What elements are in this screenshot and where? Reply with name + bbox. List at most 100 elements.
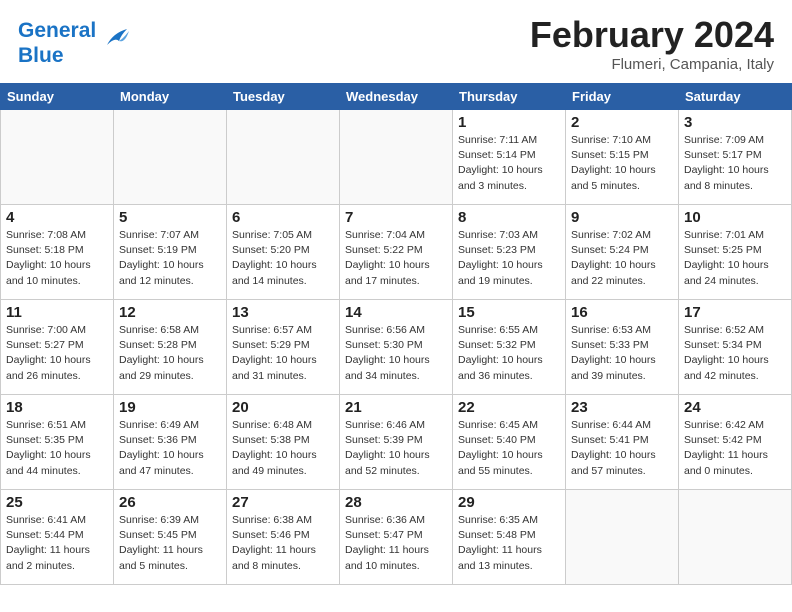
calendar-cell: 2 Sunrise: 7:10 AM Sunset: 5:15 PM Daylig… bbox=[566, 110, 679, 205]
day-number: 23 bbox=[571, 399, 673, 416]
day-info: Sunrise: 6:57 AM Sunset: 5:29 PM Dayligh… bbox=[232, 323, 334, 384]
weekday-header-sunday: Sunday bbox=[1, 84, 114, 110]
calendar-cell: 7 Sunrise: 7:04 AM Sunset: 5:22 PM Daylig… bbox=[340, 205, 453, 300]
day-info: Sunrise: 6:49 AM Sunset: 5:36 PM Dayligh… bbox=[119, 418, 221, 479]
day-number: 12 bbox=[119, 304, 221, 321]
logo-text: General Blue bbox=[18, 19, 96, 67]
calendar-cell: 14 Sunrise: 6:56 AM Sunset: 5:30 PM Dayli… bbox=[340, 300, 453, 395]
calendar-cell: 17Sunrise: 6:52 AM Sunset: 5:34 PM Dayli… bbox=[679, 300, 792, 395]
calendar-cell: 26 Sunrise: 6:39 AM Sunset: 5:45 PM Dayli… bbox=[114, 490, 227, 585]
day-number: 26 bbox=[119, 494, 221, 511]
day-info: Sunrise: 7:09 AM Sunset: 5:17 PM Dayligh… bbox=[684, 133, 786, 194]
calendar-cell bbox=[340, 110, 453, 205]
calendar-cell: 27 Sunrise: 6:38 AM Sunset: 5:46 PM Dayli… bbox=[227, 490, 340, 585]
calendar-cell: 12 Sunrise: 6:58 AM Sunset: 5:28 PM Dayli… bbox=[114, 300, 227, 395]
calendar-cell: 6 Sunrise: 7:05 AM Sunset: 5:20 PM Daylig… bbox=[227, 205, 340, 300]
day-number: 4 bbox=[6, 209, 108, 226]
day-info: Sunrise: 6:44 AM Sunset: 5:41 PM Dayligh… bbox=[571, 418, 673, 479]
day-number: 21 bbox=[345, 399, 447, 416]
location-title: Flumeri, Campania, Italy bbox=[530, 56, 774, 73]
calendar-cell: 21 Sunrise: 6:46 AM Sunset: 5:39 PM Dayli… bbox=[340, 395, 453, 490]
weekday-header-saturday: Saturday bbox=[679, 84, 792, 110]
day-info: Sunrise: 6:41 AM Sunset: 5:44 PM Dayligh… bbox=[6, 513, 108, 574]
calendar-cell bbox=[114, 110, 227, 205]
calendar-cell: 4 Sunrise: 7:08 AM Sunset: 5:18 PM Daylig… bbox=[1, 205, 114, 300]
day-info: Sunrise: 6:51 AM Sunset: 5:35 PM Dayligh… bbox=[6, 418, 108, 479]
day-info: Sunrise: 7:00 AM Sunset: 5:27 PM Dayligh… bbox=[6, 323, 108, 384]
calendar-cell: 23 Sunrise: 6:44 AM Sunset: 5:41 PM Dayli… bbox=[566, 395, 679, 490]
day-info: Sunrise: 6:58 AM Sunset: 5:28 PM Dayligh… bbox=[119, 323, 221, 384]
day-number: 19 bbox=[119, 399, 221, 416]
day-number: 6 bbox=[232, 209, 334, 226]
day-info: Sunrise: 6:39 AM Sunset: 5:45 PM Dayligh… bbox=[119, 513, 221, 574]
calendar-cell bbox=[566, 490, 679, 585]
calendar-cell bbox=[679, 490, 792, 585]
day-number: 11 bbox=[6, 304, 108, 321]
day-number: 25 bbox=[6, 494, 108, 511]
day-number: 15 bbox=[458, 304, 560, 321]
calendar-cell: 22 Sunrise: 6:45 AM Sunset: 5:40 PM Dayli… bbox=[453, 395, 566, 490]
day-info: Sunrise: 6:48 AM Sunset: 5:38 PM Dayligh… bbox=[232, 418, 334, 479]
day-number: 14 bbox=[345, 304, 447, 321]
logo: General Blue bbox=[18, 19, 131, 67]
weekday-header-wednesday: Wednesday bbox=[340, 84, 453, 110]
day-number: 22 bbox=[458, 399, 560, 416]
day-info: Sunrise: 7:11 AM Sunset: 5:14 PM Dayligh… bbox=[458, 133, 560, 194]
day-info: Sunrise: 7:05 AM Sunset: 5:20 PM Dayligh… bbox=[232, 228, 334, 289]
calendar-cell: 10 Sunrise: 7:01 AM Sunset: 5:25 PM Dayli… bbox=[679, 205, 792, 300]
day-info: Sunrise: 7:08 AM Sunset: 5:18 PM Dayligh… bbox=[6, 228, 108, 289]
day-info: Sunrise: 7:10 AM Sunset: 5:15 PM Dayligh… bbox=[571, 133, 673, 194]
day-number: 7 bbox=[345, 209, 447, 226]
day-number: 5 bbox=[119, 209, 221, 226]
calendar: SundayMondayTuesdayWednesdayThursdayFrid… bbox=[0, 83, 792, 585]
day-number: 1 bbox=[458, 114, 560, 131]
day-info: Sunrise: 7:03 AM Sunset: 5:23 PM Dayligh… bbox=[458, 228, 560, 289]
day-number: 28 bbox=[345, 494, 447, 511]
calendar-cell: 11 Sunrise: 7:00 AM Sunset: 5:27 PM Dayli… bbox=[1, 300, 114, 395]
day-info: Sunrise: 6:56 AM Sunset: 5:30 PM Dayligh… bbox=[345, 323, 447, 384]
calendar-cell: 29 Sunrise: 6:35 AM Sunset: 5:48 PM Dayli… bbox=[453, 490, 566, 585]
day-info: Sunrise: 6:38 AM Sunset: 5:46 PM Dayligh… bbox=[232, 513, 334, 574]
calendar-cell: 8 Sunrise: 7:03 AM Sunset: 5:23 PM Daylig… bbox=[453, 205, 566, 300]
day-number: 2 bbox=[571, 114, 673, 131]
day-number: 10 bbox=[684, 209, 786, 226]
day-number: 3 bbox=[684, 114, 786, 131]
calendar-cell bbox=[227, 110, 340, 205]
day-info: Sunrise: 6:35 AM Sunset: 5:48 PM Dayligh… bbox=[458, 513, 560, 574]
weekday-header-friday: Friday bbox=[566, 84, 679, 110]
day-number: 24 bbox=[684, 399, 786, 416]
day-info: Sunrise: 7:04 AM Sunset: 5:22 PM Dayligh… bbox=[345, 228, 447, 289]
day-number: 8 bbox=[458, 209, 560, 226]
day-info: Sunrise: 7:01 AM Sunset: 5:25 PM Dayligh… bbox=[684, 228, 786, 289]
day-number: 18 bbox=[6, 399, 108, 416]
day-number: 29 bbox=[458, 494, 560, 511]
logo-bird-icon bbox=[99, 25, 131, 56]
calendar-cell: 5Sunrise: 7:07 AM Sunset: 5:19 PM Daylig… bbox=[114, 205, 227, 300]
day-number: 20 bbox=[232, 399, 334, 416]
calendar-cell: 3 Sunrise: 7:09 AM Sunset: 5:17 PM Daylig… bbox=[679, 110, 792, 205]
calendar-cell: 18 Sunrise: 6:51 AM Sunset: 5:35 PM Dayli… bbox=[1, 395, 114, 490]
calendar-cell: 15 Sunrise: 6:55 AM Sunset: 5:32 PM Dayli… bbox=[453, 300, 566, 395]
day-number: 13 bbox=[232, 304, 334, 321]
day-number: 27 bbox=[232, 494, 334, 511]
day-info: Sunrise: 6:42 AM Sunset: 5:42 PM Dayligh… bbox=[684, 418, 786, 479]
calendar-cell: 1 Sunrise: 7:11 AM Sunset: 5:14 PM Daylig… bbox=[453, 110, 566, 205]
calendar-cell: 16 Sunrise: 6:53 AM Sunset: 5:33 PM Dayli… bbox=[566, 300, 679, 395]
title-area: February 2024 Flumeri, Campania, Italy bbox=[530, 14, 774, 73]
header: General Blue February 2024 Flumeri, Camp… bbox=[0, 0, 792, 79]
calendar-cell: 28 Sunrise: 6:36 AM Sunset: 5:47 PM Dayli… bbox=[340, 490, 453, 585]
day-info: Sunrise: 6:36 AM Sunset: 5:47 PM Dayligh… bbox=[345, 513, 447, 574]
day-info: Sunrise: 6:52 AM Sunset: 5:34 PM Dayligh… bbox=[684, 323, 786, 384]
calendar-cell bbox=[1, 110, 114, 205]
calendar-cell: 9Sunrise: 7:02 AM Sunset: 5:24 PM Daylig… bbox=[566, 205, 679, 300]
day-number: 16 bbox=[571, 304, 673, 321]
calendar-cell: 24 Sunrise: 6:42 AM Sunset: 5:42 PM Dayli… bbox=[679, 395, 792, 490]
weekday-header-tuesday: Tuesday bbox=[227, 84, 340, 110]
day-number: 9 bbox=[571, 209, 673, 226]
day-info: Sunrise: 6:46 AM Sunset: 5:39 PM Dayligh… bbox=[345, 418, 447, 479]
day-info: Sunrise: 6:45 AM Sunset: 5:40 PM Dayligh… bbox=[458, 418, 560, 479]
day-info: Sunrise: 6:53 AM Sunset: 5:33 PM Dayligh… bbox=[571, 323, 673, 384]
month-title: February 2024 bbox=[530, 14, 774, 56]
weekday-header-monday: Monday bbox=[114, 84, 227, 110]
day-info: Sunrise: 6:55 AM Sunset: 5:32 PM Dayligh… bbox=[458, 323, 560, 384]
